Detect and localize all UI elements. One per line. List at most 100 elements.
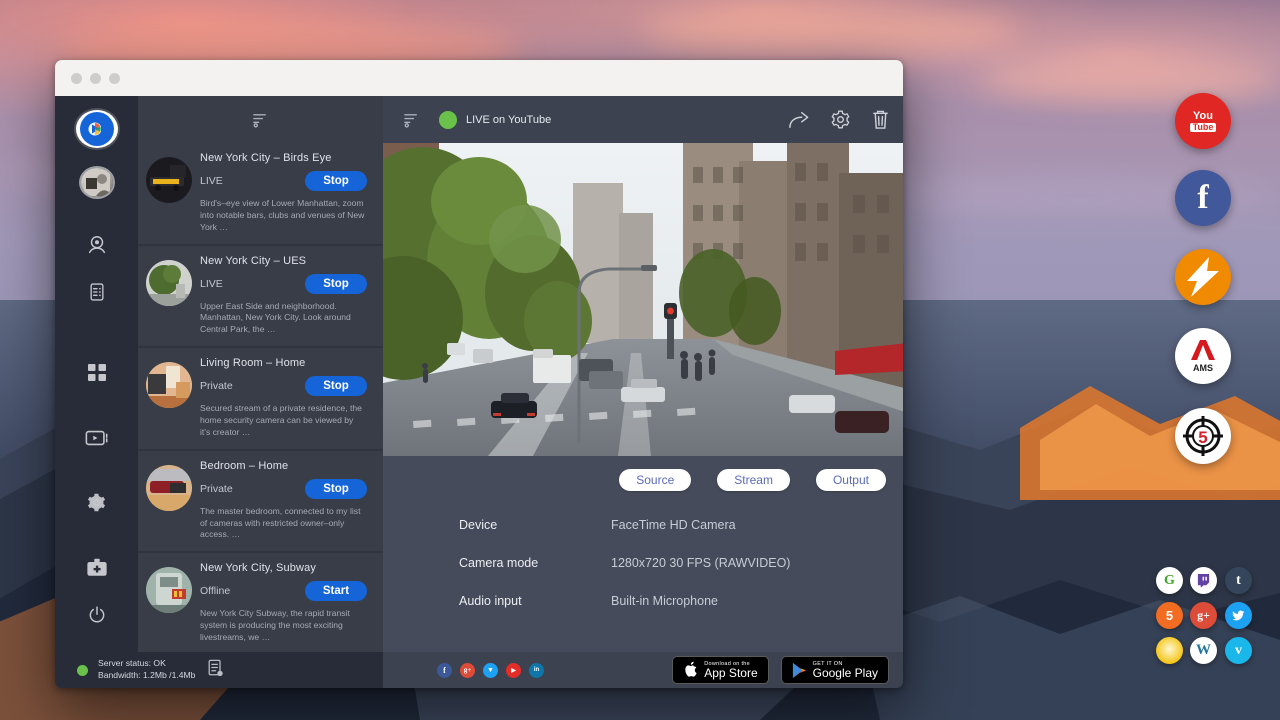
camera-title: New York City – Birds Eye [200,152,373,164]
camera-title: New York City – UES [200,255,373,267]
camera-thumbnail [146,465,192,511]
sort-icon[interactable] [383,111,439,128]
camera-state: Private [200,380,233,392]
vimeo-icon[interactable]: v [1225,637,1252,664]
twitter-icon[interactable]: ▼ [483,663,498,678]
camera-state: Offline [200,585,230,597]
social-links: f g+ ▼ ▶ in [437,663,544,678]
target5-desktop-icon[interactable]: 5 [1175,408,1231,464]
camera-description: Bird's–eye view of Lower Manhattan, zoom… [200,198,373,234]
sort-icon[interactable] [233,111,289,128]
cloud [980,60,1280,100]
wowza-desktop-icon[interactable] [1175,249,1231,305]
spec-value: FaceTime HD Camera [611,518,736,532]
linkedin-icon[interactable]: in [529,663,544,678]
app-store-large-label: App Store [704,667,757,680]
camera-description: New York City Subway, the rapid transit … [200,608,373,644]
tab-output[interactable]: Output [816,469,886,491]
list-item[interactable]: Bedroom – Home Private Stop The master b… [138,451,383,554]
cloud [640,8,1020,54]
app-window: New York City – Birds Eye LIVE Stop Bird… [55,60,903,688]
gear-icon[interactable] [830,109,851,130]
camera-description: The master bedroom, connected to my list… [200,506,373,542]
live-indicator-dot [439,111,457,129]
twitter-icon[interactable] [1225,602,1252,629]
google-play-badge[interactable]: GET IT ON Google Play [781,656,889,684]
camera-thumbnail [146,567,192,613]
youtube-desktop-icon[interactable]: You Tube [1175,93,1231,149]
close-button[interactable] [71,73,82,84]
facebook-icon[interactable]: f [437,663,452,678]
list-item[interactable]: New York City – UES LIVE Stop Upper East… [138,246,383,349]
camera-title: Living Room – Home [200,357,373,369]
server-status-text: Server status: OK [98,658,195,670]
server-status-dot [77,665,88,676]
adobe-ams-desktop-icon[interactable]: AMS [1175,328,1231,384]
camera-thumbnail [146,260,192,306]
list-item[interactable]: Living Room – Home Private Stop Secured … [138,348,383,451]
camera-action-button[interactable]: Stop [305,171,367,191]
sidebar-rail [55,96,138,652]
spec-row: Audio input Built-in Microphone [459,594,903,608]
camera-action-button[interactable]: Stop [305,479,367,499]
camera-thumbnail [146,157,192,203]
sun-icon[interactable] [1156,637,1183,664]
tab-source[interactable]: Source [619,469,691,491]
google-play-large-label: Google Play [813,667,878,680]
firstaid-icon[interactable] [80,552,114,583]
player-icon[interactable] [80,422,114,453]
tab-stream[interactable]: Stream [717,469,790,491]
live-status-label: LIVE on YouTube [466,114,551,126]
spec-row: Device FaceTime HD Camera [459,518,903,532]
googleplus-icon[interactable]: g+ [460,663,475,678]
live-status: LIVE on YouTube [439,111,788,129]
video-preview[interactable] [383,143,903,456]
trash-icon[interactable] [871,109,890,130]
app-logo[interactable] [76,110,118,148]
app-store-badge[interactable]: Download on the App Store [672,656,768,684]
svg-text:5: 5 [1198,428,1207,447]
gear-icon[interactable] [80,487,114,518]
power-icon[interactable] [80,599,114,630]
minimize-button[interactable] [90,73,101,84]
document-info-icon[interactable] [207,659,224,682]
main-pane: LIVE on YouTube [383,96,903,652]
bandwidth-text: Bandwidth: 1.2Mb /1.4Mb [98,670,195,682]
groundhog-icon[interactable]: G [1156,567,1183,594]
camera-action-button[interactable]: Start [305,581,367,601]
googleplus-icon[interactable]: g+ [1190,602,1217,629]
preview-tabs: Source Stream Output [383,456,903,491]
footer-right: f g+ ▼ ▶ in Download on the App Store [383,652,903,688]
maximize-button[interactable] [109,73,120,84]
twitch-icon[interactable] [1190,567,1217,594]
camera-description: Secured stream of a private residence, t… [200,403,373,439]
camera-list-panel: New York City – Birds Eye LIVE Stop Bird… [138,96,383,652]
grid-icon[interactable] [80,357,114,388]
camera-list[interactable]: New York City – Birds Eye LIVE Stop Bird… [138,143,383,652]
five-icon[interactable]: 5 [1156,602,1183,629]
camera-state: LIVE [200,175,223,187]
list-item[interactable]: New York City, Subway Offline Start New … [138,553,383,652]
source-specs: Device FaceTime HD Camera Camera mode 12… [383,491,903,632]
spec-key: Camera mode [459,556,611,570]
main-toolbar: LIVE on YouTube [383,96,903,143]
camera-list-header [138,96,383,143]
camera-action-button[interactable]: Stop [305,274,367,294]
list-item[interactable]: New York City – Birds Eye LIVE Stop Bird… [138,143,383,246]
share-icon[interactable] [788,110,810,130]
camera-state: Private [200,483,233,495]
camera-thumbnail [146,362,192,408]
camera-action-button[interactable]: Stop [305,376,367,396]
wordpress-icon[interactable]: W [1190,637,1217,664]
webcam-icon[interactable] [80,229,114,260]
document-icon[interactable] [80,276,114,307]
facebook-desktop-icon[interactable]: f [1175,170,1231,226]
camera-title: Bedroom – Home [200,460,373,472]
spec-value: Built-in Microphone [611,594,718,608]
spec-key: Audio input [459,594,611,608]
youtube-icon[interactable]: ▶ [506,663,521,678]
tumblr-icon[interactable]: t [1225,567,1252,594]
spec-value: 1280x720 30 FPS (RAWVIDEO) [611,556,790,570]
camera-state: LIVE [200,278,223,290]
avatar[interactable] [81,168,113,197]
